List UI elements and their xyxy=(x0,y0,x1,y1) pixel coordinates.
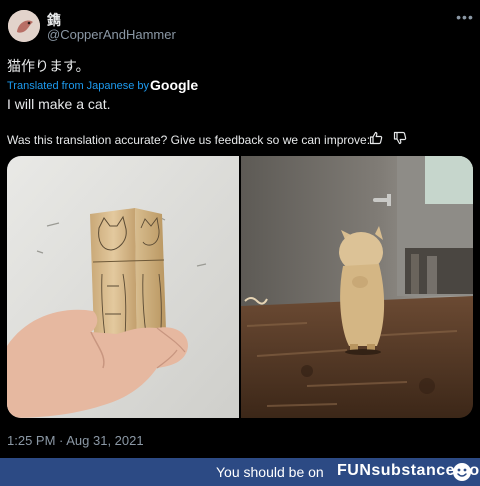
funsubstance-banner[interactable]: You should be on FUNsubstance.com xyxy=(0,458,480,486)
funsubstance-logo-icon xyxy=(453,463,471,481)
tweet-text-translated: I will make a cat. xyxy=(7,96,111,112)
tweet-card: 鐫 @CopperAndHammer ••• 猫作ります。 Translated… xyxy=(0,0,480,458)
photo-wood-block xyxy=(7,156,239,418)
user-handle[interactable]: @CopperAndHammer xyxy=(47,27,176,42)
tweet-timestamp[interactable]: 1:25 PM · Aug 31, 2021 xyxy=(7,433,144,448)
avatar[interactable] xyxy=(8,10,40,42)
translation-feedback-prompt: Was this translation accurate? Give us f… xyxy=(7,133,371,147)
photo-carved-cat xyxy=(241,156,473,418)
more-horizontal-icon[interactable]: ••• xyxy=(455,10,475,24)
thumbs-up-icon[interactable] xyxy=(369,131,383,145)
tweet-media[interactable] xyxy=(7,156,473,418)
google-logo: Google xyxy=(150,77,199,93)
translated-from-link[interactable]: Translated from Japanese by xyxy=(7,80,149,92)
thumbs-down-icon[interactable] xyxy=(393,131,407,145)
banner-text: You should be on xyxy=(216,464,324,480)
tweet-text-original: 猫作ります。 xyxy=(7,58,90,74)
